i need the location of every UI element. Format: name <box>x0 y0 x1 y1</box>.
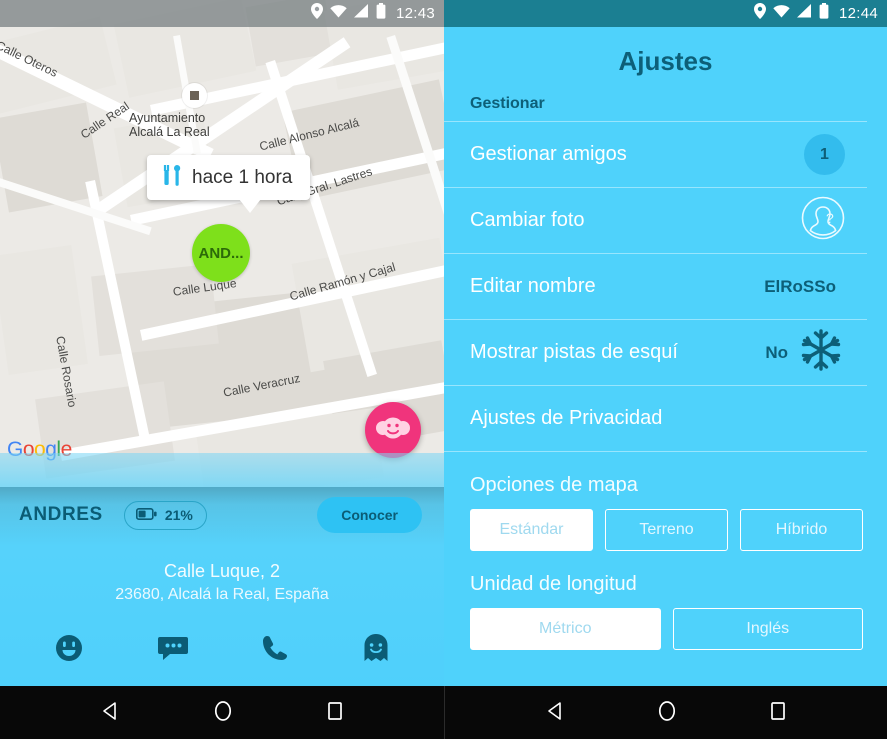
settings-row-change-photo[interactable]: Cambiar foto ? <box>444 188 867 254</box>
map-option-terreno[interactable]: Terreno <box>605 509 728 551</box>
settings-row-label: Cambiar foto <box>470 209 585 231</box>
home-button[interactable] <box>195 694 251 731</box>
android-navbar-right <box>444 686 887 739</box>
length-unit-segmented-control: Métrico Inglés <box>444 608 887 650</box>
settings-row-value: No <box>765 342 788 362</box>
phone-icon <box>261 636 289 665</box>
ghost-button[interactable] <box>348 627 404 672</box>
map-user-marker-label: AND... <box>198 244 244 262</box>
battery-icon <box>135 507 157 523</box>
recents-button[interactable] <box>751 695 805 730</box>
friends-icon <box>376 416 410 445</box>
page-title: Ajustes <box>618 46 713 76</box>
home-button[interactable] <box>639 694 695 731</box>
chat-button[interactable] <box>143 628 203 671</box>
map-poi-label-line1: Ayuntamiento <box>129 111 206 125</box>
snowflake-icon <box>797 326 845 379</box>
settings-screen-panel: Ajustes Gestionar Gestionar amigos 1 Cam… <box>444 0 887 739</box>
tools-icon <box>161 164 181 191</box>
map-screen-panel: Calle Oteros Calle Real Calle Alonso Alc… <box>0 0 444 739</box>
friend-address-line1: Calle Luque, 2 <box>163 561 281 581</box>
map-option-hibrido[interactable]: Híbrido <box>740 509 863 551</box>
length-unit-ingles[interactable]: Inglés <box>672 608 863 650</box>
settings-row-label: Ajustes de Privacidad <box>470 407 663 429</box>
map-options-segmented-control: Estándar Terreno Híbrido <box>444 509 887 551</box>
map-callout-text: hace 1 hora <box>192 166 293 188</box>
settings-row-edit-name[interactable]: Editar nombre ElRoSSo <box>444 254 867 320</box>
map-canvas[interactable]: Calle Oteros Calle Real Calle Alonso Alc… <box>0 0 444 487</box>
section-header-gestionar: Gestionar <box>444 85 867 122</box>
wifi-icon <box>330 4 347 23</box>
status-time-right: 12:44 <box>838 5 878 22</box>
home-icon <box>657 701 677 725</box>
map-option-estandar[interactable]: Estándar <box>470 509 593 551</box>
settings-content: Ajustes Gestionar Gestionar amigos 1 Cam… <box>444 0 887 686</box>
app-root: Calle Oteros Calle Real Calle Alonso Alc… <box>0 0 887 739</box>
map-callout[interactable]: hace 1 hora <box>147 155 311 213</box>
back-button[interactable] <box>82 695 138 730</box>
friends-count-badge: 1 <box>804 134 845 175</box>
location-pin-icon <box>753 3 766 24</box>
signal-icon <box>796 4 812 23</box>
call-button[interactable] <box>247 628 303 671</box>
friend-battery-value: 21% <box>164 507 193 523</box>
status-time-left: 12:43 <box>395 5 435 22</box>
settings-row-label: Gestionar amigos <box>470 143 627 165</box>
settings-row-privacy[interactable]: Ajustes de Privacidad <box>444 386 867 452</box>
settings-row-show-ski-slopes[interactable]: Mostrar pistas de esquí No <box>444 320 867 386</box>
battery-icon <box>819 3 829 24</box>
back-button[interactable] <box>527 695 583 730</box>
map-options-title: Opciones de mapa <box>470 474 638 496</box>
map-poi-label: Ayuntamiento Alcalá La Real <box>129 111 210 139</box>
map-poi-label-line2: Alcalá La Real <box>129 125 210 139</box>
friends-fab-button[interactable] <box>365 402 421 458</box>
wifi-icon <box>773 4 790 23</box>
bottom-toolbar <box>0 613 444 686</box>
android-status-bar-left: 12:43 <box>0 0 444 27</box>
signal-icon <box>353 4 369 23</box>
length-unit-metrico[interactable]: Métrico <box>470 608 661 650</box>
smiley-button[interactable] <box>40 627 98 672</box>
back-icon <box>545 702 565 724</box>
settings-row-label: Editar nombre <box>470 275 596 297</box>
recents-button[interactable] <box>308 695 362 730</box>
friend-info-row: ANDRES 21% Conocer <box>0 496 444 534</box>
friend-address-line2: 23680, Alcalá la Real, España <box>115 586 329 603</box>
avatar-question-icon: ? <box>801 196 845 245</box>
chat-icon <box>157 637 189 665</box>
ghost-icon <box>362 634 390 666</box>
battery-icon <box>376 3 386 24</box>
friend-battery-pill: 21% <box>123 500 207 530</box>
recents-icon <box>769 702 787 724</box>
friend-name: ANDRES <box>19 504 103 525</box>
location-pin-icon <box>310 3 323 24</box>
map-user-marker[interactable]: AND... <box>192 224 250 282</box>
svg-text:?: ? <box>826 210 834 226</box>
settings-row-manage-friends[interactable]: Gestionar amigos 1 <box>444 122 867 188</box>
home-icon <box>213 701 233 725</box>
smiley-icon <box>54 635 84 666</box>
settings-row-value: ElRoSSo <box>764 276 836 296</box>
android-navbar-left <box>0 686 444 739</box>
conocer-button[interactable]: Conocer <box>317 497 422 533</box>
map-poi-marker[interactable] <box>182 83 207 108</box>
length-unit-title: Unidad de longitud <box>470 573 637 595</box>
android-status-bar-right: 12:44 <box>444 0 887 27</box>
recents-icon <box>326 702 344 724</box>
friend-info-panel: ANDRES 21% Conocer Calle Luque, 2 23680,… <box>0 453 444 686</box>
back-icon <box>100 702 120 724</box>
settings-row-label: Mostrar pistas de esquí <box>470 341 678 363</box>
